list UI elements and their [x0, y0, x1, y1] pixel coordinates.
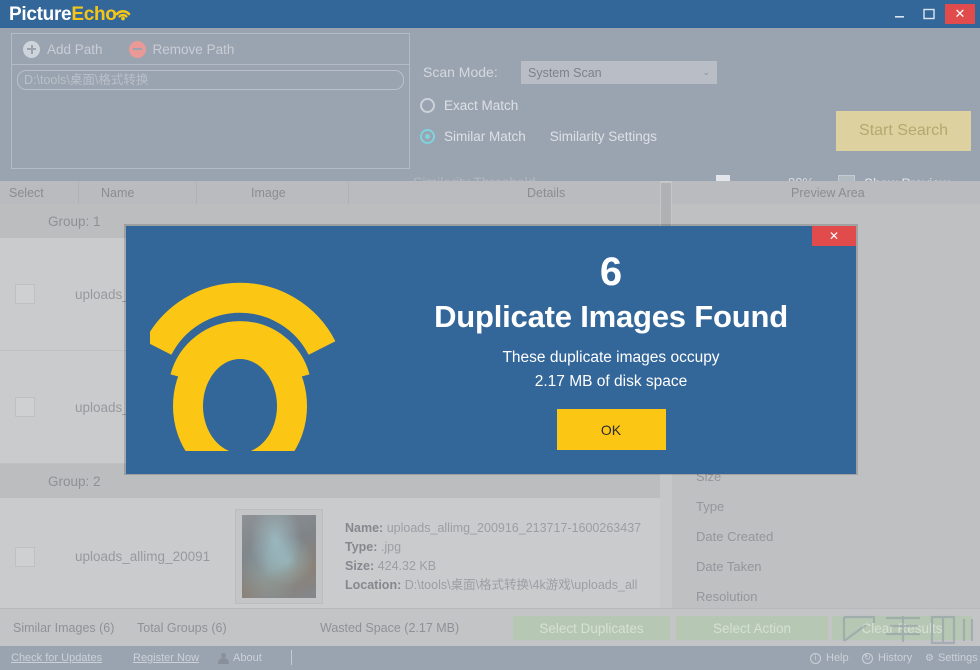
column-header-name: Name	[101, 185, 135, 200]
similar-match-label: Similar Match	[444, 129, 526, 144]
select-duplicates-button[interactable]: Select Duplicates	[513, 616, 670, 640]
maximize-button[interactable]	[915, 4, 943, 24]
settings-label: Settings	[937, 652, 978, 664]
configuration-panel: Add Path Remove Path D:\tools\桌面\格式转换 Sc…	[0, 28, 980, 197]
wifi-illustration-icon	[144, 256, 345, 483]
wasted-space-value: Wasted Space (2.17 MB)	[320, 620, 460, 635]
column-header-image: Image	[251, 185, 286, 200]
detail-size-label: Size:	[345, 558, 375, 573]
row-name: uploads_allimg_20091	[75, 549, 211, 564]
column-header-select: Select	[9, 185, 44, 200]
preview-field-type: Type	[696, 499, 725, 514]
title-bar: Picture Echo ✕	[0, 0, 980, 28]
clear-results-button[interactable]: Clear Results	[832, 616, 972, 640]
dialog-close-button[interactable]: ✕	[812, 226, 856, 246]
duplicate-count: 6	[599, 250, 623, 294]
table-row[interactable]: uploads_allimg_20091 Name: uploads_allim…	[0, 498, 672, 608]
detail-name-label: Name:	[345, 520, 384, 535]
column-header-details: Details	[527, 185, 566, 200]
help-label: Help	[826, 652, 849, 664]
minimize-button[interactable]	[885, 4, 913, 24]
history-label: History	[878, 652, 913, 664]
dialog-body: 6 Duplicate Images Found These duplicate…	[371, 248, 851, 450]
column-header-preview: Preview Area	[791, 185, 865, 200]
preview-field-date-created: Date Created	[696, 529, 774, 544]
scan-mode-value: System Scan	[528, 65, 602, 80]
about-link[interactable]: About	[218, 652, 262, 664]
similar-match-option[interactable]: Similar Match Similarity Settings	[420, 129, 657, 144]
dialog-ok-button[interactable]: OK	[556, 409, 666, 450]
row-checkbox[interactable]	[15, 284, 35, 304]
detail-type-value: .jpg	[380, 539, 402, 554]
paths-box: Add Path Remove Path D:\tools\桌面\格式转换	[11, 33, 410, 169]
exact-match-label: Exact Match	[444, 98, 519, 113]
bottom-bar: Check for Updates Register Now About i H…	[0, 646, 980, 670]
row-details: Name: uploads_allimg_200916_213717-16002…	[345, 519, 641, 595]
check-updates-link[interactable]: Check for Updates	[11, 652, 102, 664]
logo-text-echo: Echo	[71, 3, 117, 25]
history-link[interactable]: ↻ History	[862, 652, 912, 664]
bottom-bar-divider	[291, 650, 292, 665]
about-label: About	[233, 652, 262, 664]
person-icon	[218, 652, 229, 664]
thumbnail-image	[242, 515, 316, 598]
clock-icon: ↻	[862, 652, 873, 664]
select-action-button[interactable]: Select Action	[676, 616, 828, 640]
dialog-subtitle-line1: These duplicate images occupy	[502, 349, 720, 366]
close-button[interactable]: ✕	[945, 4, 975, 24]
radio-similar-match-icon[interactable]	[420, 129, 435, 144]
detail-location-value: D:\tools\桌面\格式转换\4k游戏\uploads_all	[404, 577, 638, 592]
detail-name-value: uploads_allimg_200916_213717-1600263437	[386, 520, 642, 535]
path-list-item[interactable]: D:\tools\桌面\格式转换	[17, 70, 404, 90]
chevron-down-icon: ⌄	[702, 67, 710, 77]
remove-path-button[interactable]: Remove Path	[128, 40, 235, 58]
preview-field-resolution: Resolution	[696, 589, 758, 604]
row-checkbox[interactable]	[15, 546, 35, 567]
remove-path-label: Remove Path	[152, 41, 235, 57]
detail-size-value: 424.32 KB	[377, 558, 437, 573]
row-checkbox[interactable]	[15, 397, 35, 417]
plus-circle-icon	[23, 40, 40, 58]
register-now-link[interactable]: Register Now	[133, 652, 199, 664]
application-window: Picture Echo ✕ Add Path Remove Path D:\t…	[0, 0, 980, 670]
wifi-logo-icon	[115, 5, 131, 21]
detail-location-label: Location:	[345, 577, 402, 592]
row-thumbnail[interactable]	[235, 509, 323, 604]
detail-type-label: Type:	[345, 539, 378, 554]
similar-images-count: Similar Images (6)	[13, 620, 115, 635]
app-logo: Picture Echo	[9, 5, 131, 24]
scan-mode-label: Scan Mode:	[423, 64, 498, 80]
duplicate-found-dialog: ✕ 6 Duplicate Images Found These duplica…	[126, 226, 856, 483]
path-toolbar: Add Path Remove Path	[12, 34, 409, 65]
add-path-label: Add Path	[47, 41, 103, 57]
radio-exact-match-icon[interactable]	[420, 98, 435, 113]
window-controls: ✕	[885, 0, 980, 28]
exact-match-option[interactable]: Exact Match	[420, 98, 518, 113]
scan-mode-select[interactable]: System Scan ⌄	[521, 61, 717, 84]
preview-field-date-taken: Date Taken	[696, 559, 762, 574]
path-list[interactable]: D:\tools\桌面\格式转换	[12, 65, 409, 169]
add-path-button[interactable]: Add Path	[23, 40, 103, 58]
start-search-button[interactable]: Start Search	[836, 111, 971, 151]
minus-circle-icon	[128, 40, 146, 58]
dialog-title: Duplicate Images Found	[434, 299, 788, 334]
similarity-settings-link[interactable]: Similarity Settings	[550, 129, 657, 144]
dialog-subtitle-line2: 2.17 MB of disk space	[534, 373, 688, 390]
settings-link[interactable]: ⚙ Settings	[925, 652, 978, 664]
total-groups-count: Total Groups (6)	[137, 620, 227, 635]
gear-icon: ⚙	[925, 652, 934, 664]
column-header: Select Name Image Details Preview Area	[0, 181, 980, 204]
info-icon: i	[810, 652, 821, 664]
logo-text-picture: Picture	[9, 3, 72, 25]
help-link[interactable]: i Help	[810, 652, 849, 664]
